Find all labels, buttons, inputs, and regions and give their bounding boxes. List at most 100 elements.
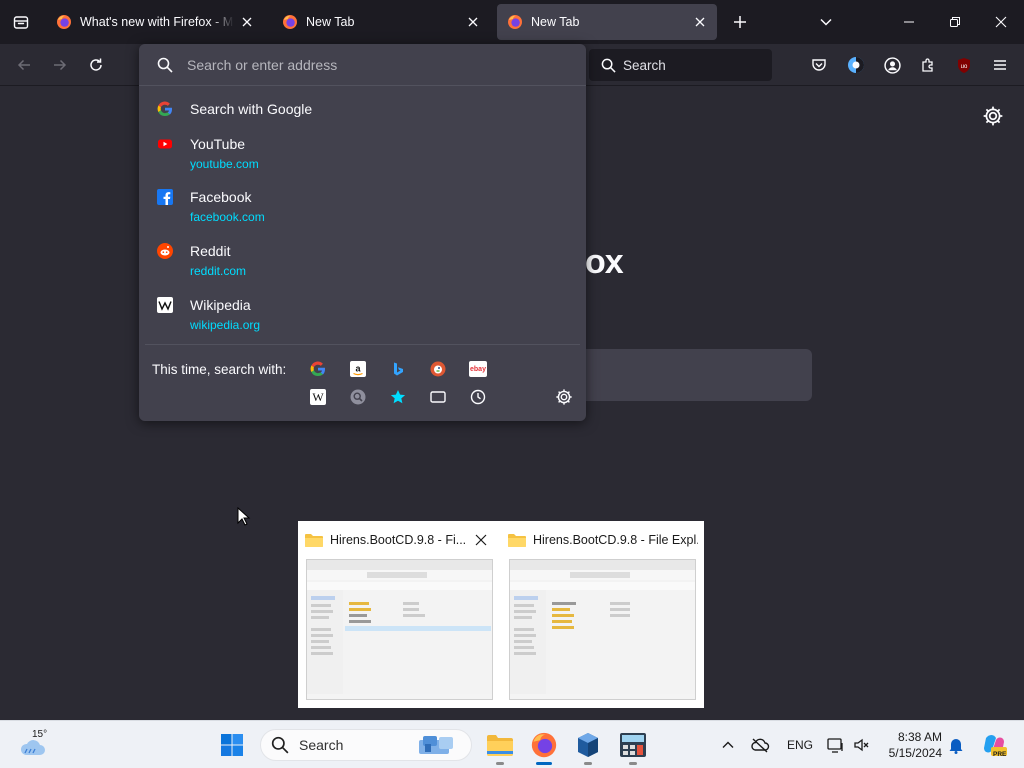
search-icon (271, 736, 289, 754)
minimize-button[interactable] (889, 0, 929, 44)
firefox-logo-icon (508, 15, 522, 29)
close-icon[interactable] (475, 534, 487, 546)
close-window-button[interactable] (981, 0, 1021, 44)
close-tab-icon[interactable] (693, 15, 707, 29)
restore-icon (950, 17, 960, 27)
suggestion-url: facebook.com (190, 210, 265, 224)
suggestion-wikipedia[interactable]: Wikipedia wikipedia.org (139, 293, 586, 337)
search-icon (157, 57, 173, 73)
close-tab-icon[interactable] (466, 15, 480, 29)
hamburger-menu-icon (994, 60, 1006, 70)
window-thumbnail (509, 559, 696, 700)
volume-status-button[interactable] (848, 729, 876, 761)
input-language[interactable]: ENG (787, 738, 813, 752)
show-hidden-icons-button[interactable] (713, 729, 743, 761)
engine-ebay-button[interactable]: ebay (468, 359, 488, 379)
virtualbox-cube-icon (578, 733, 598, 757)
divider (145, 344, 580, 345)
new-tab-button[interactable] (720, 0, 760, 44)
taskbar-search-label: Search (299, 737, 344, 753)
tab-title: New Tab (531, 15, 580, 29)
back-button[interactable] (9, 50, 39, 80)
notifications-button[interactable] (944, 729, 968, 761)
ebay-logo-text: ebay (470, 365, 486, 373)
tab-strip: What's new with Firefox - More New Tab N… (0, 0, 1024, 44)
system-clock[interactable]: 8:38 AM 5/15/2024 (884, 729, 942, 761)
history-search-button[interactable] (468, 387, 488, 407)
vpn-extension-button[interactable] (841, 50, 871, 80)
app-menu-button[interactable] (985, 50, 1015, 80)
firefox-view-button[interactable] (0, 0, 42, 44)
pocket-button[interactable] (804, 50, 834, 80)
speaker-muted-icon (854, 738, 869, 752)
suggestion-search-google[interactable]: Search with Google (139, 94, 586, 124)
folder-icon (508, 534, 526, 547)
suggestion-title: Reddit (190, 243, 231, 259)
extensions-button[interactable] (913, 50, 943, 80)
taskbar-firefox[interactable] (528, 729, 560, 765)
engine-amazon-button[interactable]: a (348, 359, 368, 379)
tab-new-tab-active[interactable]: New Tab (497, 4, 717, 40)
toolbar-search-label: Search (623, 57, 666, 73)
taskbar-virtualbox[interactable] (572, 729, 604, 765)
start-button[interactable] (216, 729, 248, 761)
address-bar-input[interactable]: Search or enter address (139, 44, 586, 86)
close-icon (995, 16, 1007, 28)
tabs-search-button[interactable] (428, 387, 448, 407)
windows-logo-icon (221, 734, 243, 756)
suggestion-youtube[interactable]: YouTube youtube.com (139, 132, 586, 176)
weather-widget[interactable]: 15° (16, 727, 56, 763)
window-thumbnail (306, 559, 493, 700)
firefox-view-icon (13, 16, 29, 29)
list-all-tabs-button[interactable] (806, 0, 846, 44)
windows-taskbar: 15° Search ENG 8:38 AM 5/15/2024 PRE (0, 720, 1024, 768)
cloud-offline-icon (751, 738, 770, 753)
magnifier-engine-icon (350, 389, 366, 405)
restore-button[interactable] (935, 0, 975, 44)
taskbar-search-box[interactable]: Search (260, 729, 472, 761)
close-tab-icon[interactable] (240, 15, 254, 29)
engine-google-button[interactable] (308, 359, 328, 379)
star-icon (390, 390, 406, 404)
file-explorer-thumbnail-graphic (307, 560, 492, 699)
suggestion-url: youtube.com (190, 157, 259, 171)
tab-title: New Tab (306, 15, 355, 29)
network-status-button[interactable] (822, 729, 850, 761)
firefox-logo-icon (283, 15, 297, 29)
suggestion-reddit[interactable]: Reddit reddit.com (139, 239, 586, 283)
ublock-origin-button[interactable]: uo (949, 50, 979, 80)
tab-icon (430, 391, 446, 403)
suggestion-title: Search with Google (190, 101, 313, 117)
engine-search-button[interactable] (348, 387, 368, 407)
taskbar-file-explorer[interactable] (484, 729, 516, 765)
clock-date: 5/15/2024 (888, 746, 942, 760)
active-indicator (536, 762, 552, 765)
newtab-search-box[interactable] (585, 349, 812, 401)
suggestion-facebook[interactable]: Facebook facebook.com (139, 185, 586, 229)
bookmarks-search-button[interactable] (388, 387, 408, 407)
puzzle-piece-icon (922, 58, 933, 72)
onedrive-status-button[interactable] (745, 729, 775, 761)
engine-duckduckgo-button[interactable] (428, 359, 448, 379)
engine-bing-button[interactable] (388, 359, 408, 379)
display-network-icon (827, 738, 843, 753)
file-explorer-thumbnail-graphic (510, 560, 695, 699)
engine-wikipedia-button[interactable]: W (308, 387, 328, 407)
taskbar-calculator-app[interactable] (617, 729, 649, 765)
search-settings-gear-icon[interactable] (555, 388, 573, 406)
svg-text:uo: uo (961, 64, 968, 70)
google-icon (310, 361, 325, 377)
suggestion-url: reddit.com (190, 264, 247, 278)
preview-window-1[interactable]: Hirens.BootCD.9.8 - Fi... (298, 521, 501, 708)
newtab-settings-gear-icon[interactable] (982, 105, 1004, 127)
tab-new-tab-1[interactable]: New Tab (272, 4, 490, 40)
copilot-button[interactable]: PRE (978, 729, 1010, 761)
duckduckgo-icon (430, 361, 446, 377)
toolbar-search-box[interactable]: Search (589, 49, 772, 81)
preview-window-2[interactable]: Hirens.BootCD.9.8 - File Expl... (501, 521, 704, 708)
account-button[interactable] (877, 50, 907, 80)
taskbar-thumbnail-preview: Hirens.BootCD.9.8 - Fi... Hirens.BootCD.… (298, 521, 704, 708)
tab-whats-new[interactable]: What's new with Firefox - More (46, 4, 264, 40)
forward-button[interactable] (45, 50, 75, 80)
reload-button[interactable] (81, 50, 111, 80)
